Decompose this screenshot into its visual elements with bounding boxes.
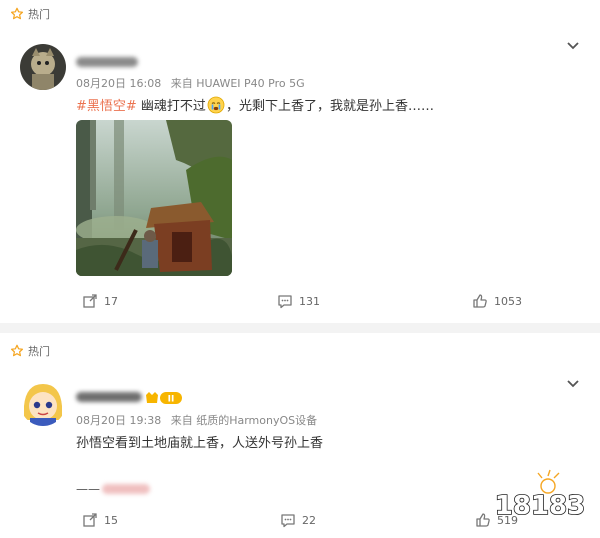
star-icon <box>10 344 24 357</box>
post-meta: 08月20日 16:08 来自 HUAWEI P40 Pro 5G <box>76 75 311 91</box>
vip-badge[interactable]: II <box>145 391 183 405</box>
username-redacted[interactable] <box>76 392 142 402</box>
avatar[interactable] <box>20 44 66 90</box>
repost-count: 15 <box>104 513 118 527</box>
star-icon <box>10 7 24 20</box>
post-time[interactable]: 08月20日 19:38 <box>76 414 161 427</box>
signature-line: —— <box>76 482 150 496</box>
post-source: 来自 纸质的HarmonyOS设备 <box>170 414 318 427</box>
hot-label: 热门 <box>10 343 50 359</box>
username-redacted[interactable] <box>76 57 138 67</box>
repost-count: 17 <box>104 294 118 308</box>
forest-shrine-image <box>76 120 232 276</box>
action-bar: 17 131 1053 <box>0 293 600 313</box>
post-meta: 08月20日 19:38 来自 纸质的HarmonyOS设备 <box>76 412 323 428</box>
post-source: 来自 HUAWEI P40 Pro 5G <box>170 77 305 90</box>
comment-icon <box>278 295 292 309</box>
chevron-down-icon[interactable] <box>566 41 580 51</box>
watermark-text: 18183 <box>495 491 585 521</box>
topic-tag[interactable]: #黑悟空# <box>76 99 137 114</box>
comment-button[interactable]: 131 <box>277 293 320 309</box>
repost-button[interactable]: 15 <box>82 512 118 528</box>
comment-count: 22 <box>302 513 316 527</box>
badge-text: II <box>168 395 175 405</box>
crying-emoji-icon <box>207 96 225 114</box>
post-image[interactable] <box>76 120 232 276</box>
post-text: #黑悟空# 幽魂打不过 ，光剩下上香了，我就是孙上香…… <box>76 95 434 114</box>
site-watermark: 18183 <box>494 469 586 522</box>
thumbs-up-icon <box>476 513 490 527</box>
repost-button[interactable]: 17 <box>82 293 118 309</box>
comment-button[interactable]: 22 <box>280 512 316 528</box>
comment-count: 131 <box>299 294 320 308</box>
comment-icon <box>281 514 295 528</box>
post-text: 孙悟空看到土地庙就上香，人送外号孙上香 <box>76 436 324 451</box>
weibo-post-card: 热门 08月20日 16:08 来自 HUAWEI P40 Pro 5G #黑悟… <box>0 0 600 323</box>
post-time[interactable]: 08月20日 16:08 <box>76 77 161 90</box>
repost-icon <box>83 294 97 308</box>
like-count: 1053 <box>494 294 522 308</box>
avatar[interactable] <box>20 380 66 426</box>
chevron-down-icon[interactable] <box>566 379 580 389</box>
signature-redacted <box>102 484 150 494</box>
like-button[interactable]: 1053 <box>472 293 522 309</box>
hot-label: 热门 <box>10 6 50 22</box>
thumbs-up-icon <box>473 294 487 308</box>
repost-icon <box>83 513 97 527</box>
